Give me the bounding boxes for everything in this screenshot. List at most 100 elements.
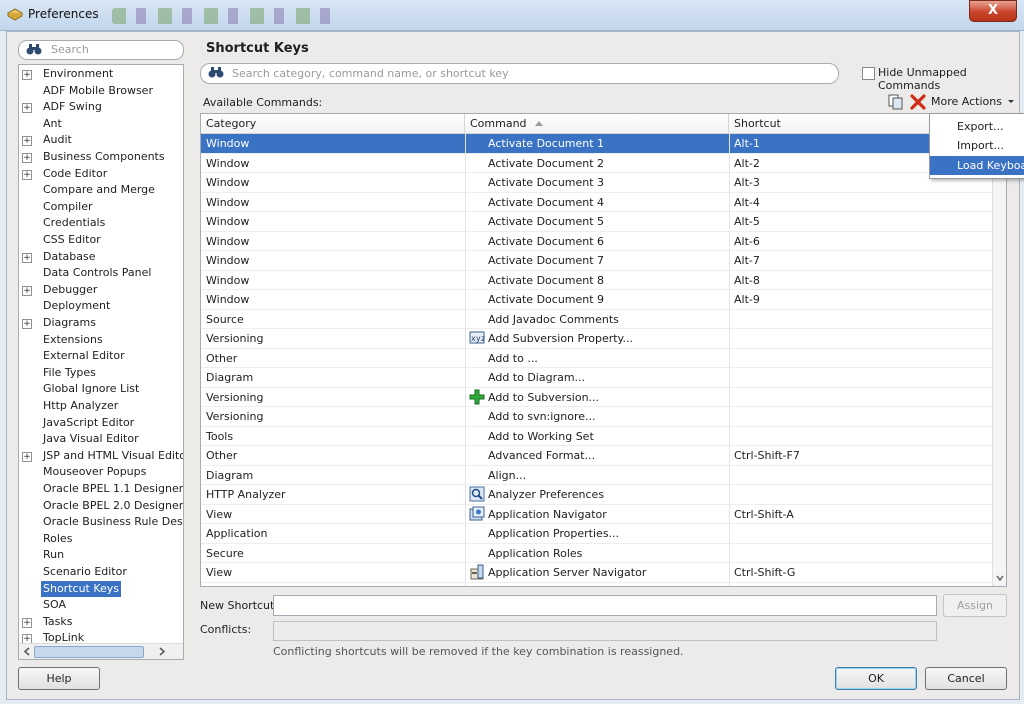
scroll-right-arrow-icon[interactable] (157, 646, 167, 657)
tree-item[interactable]: + Business Components (19, 149, 183, 165)
tree-item[interactable]: Oracle Business Rule Designer (19, 514, 183, 530)
tree-item[interactable]: Run (19, 547, 183, 563)
category-search-input[interactable]: Search (18, 40, 184, 60)
expand-icon[interactable]: + (22, 617, 32, 628)
expand-icon[interactable]: + (22, 451, 32, 462)
command-search-input[interactable]: Search category, command name, or shortc… (200, 63, 839, 84)
table-row[interactable]: Secure Application Roles (201, 544, 992, 563)
tree-item[interactable]: Http Analyzer (19, 398, 183, 414)
ok-button[interactable]: OK (835, 667, 917, 690)
tree-item[interactable]: + Database (19, 249, 183, 265)
tree-item[interactable]: Roles (19, 531, 183, 547)
search-placeholder: Search category, command name, or shortc… (232, 67, 509, 80)
hide-unmapped-checkbox[interactable] (862, 67, 875, 80)
tree-item[interactable]: Compiler (19, 199, 183, 215)
window-close-button[interactable]: X (969, 0, 1017, 22)
tree-item[interactable]: + ADF Swing (19, 99, 183, 115)
expand-icon[interactable]: + (22, 136, 32, 147)
expand-icon[interactable]: + (22, 252, 32, 263)
tree-item[interactable]: Deployment (19, 298, 183, 314)
expand-icon[interactable]: + (22, 70, 32, 80)
copy-icon[interactable] (888, 94, 904, 110)
menu-item-export[interactable]: Export... (930, 117, 1024, 136)
table-row[interactable]: Other Add to ... (201, 349, 992, 368)
table-row[interactable]: Versioning Add to svn:ignore... (201, 407, 992, 427)
tree-item[interactable]: Credentials (19, 215, 183, 231)
tree-item[interactable]: Oracle BPEL 2.0 Designer (19, 498, 183, 514)
tree-item[interactable]: ADF Mobile Browser (19, 83, 183, 99)
tree-item[interactable]: Java Visual Editor (19, 431, 183, 447)
column-header-category[interactable]: Category (201, 114, 465, 133)
table-row[interactable]: Source Add Javadoc Comments (201, 310, 992, 329)
table-row[interactable]: Window Activate Document 1 Alt-1 (201, 134, 992, 154)
table-vertical-scrollbar[interactable] (992, 114, 1006, 586)
tree-item[interactable]: + Diagrams (19, 315, 183, 331)
table-row[interactable]: Window Activate Document 8 Alt-8 (201, 271, 992, 290)
tree-item[interactable]: Global Ignore List (19, 381, 183, 397)
cell-command: Advanced Format... (488, 449, 596, 462)
tree-item[interactable]: File Types (19, 365, 183, 381)
table-row[interactable]: Tools Add to Working Set (201, 427, 992, 446)
menu-item-import[interactable]: Import... (930, 136, 1024, 155)
cancel-button[interactable]: Cancel (925, 667, 1007, 690)
delete-icon[interactable] (910, 94, 926, 110)
tree-item[interactable]: Oracle BPEL 1.1 Designer (19, 481, 183, 497)
more-actions-button[interactable]: More Actions (931, 95, 1015, 108)
expand-icon[interactable]: + (22, 169, 32, 180)
conflicts-field (273, 621, 937, 641)
table-row[interactable]: Application Application Properties... (201, 524, 992, 544)
tree-item[interactable]: Shortcut Keys (19, 580, 183, 597)
cell-command: Add Subversion Property... (488, 332, 633, 345)
tree-horizontal-scrollbar[interactable] (19, 643, 183, 659)
preferences-icon (7, 8, 23, 21)
tree-item[interactable]: Compare and Merge (19, 182, 183, 198)
table-row[interactable]: Versioning Add to Subversion... (201, 388, 992, 407)
column-header-command[interactable]: Command (465, 114, 729, 133)
tree-hscroll-thumb[interactable] (34, 646, 144, 658)
tree-item-label: CSS Editor (43, 233, 101, 246)
tree-item[interactable]: + Tasks (19, 614, 183, 630)
expand-icon[interactable]: + (22, 103, 32, 114)
tree-item[interactable]: + Environment (19, 66, 183, 82)
help-button[interactable]: Help (18, 667, 100, 690)
new-shortcut-input[interactable] (273, 595, 937, 616)
table-row[interactable]: HTTP Analyzer Analyzer Preferences (201, 485, 992, 505)
tree-item[interactable]: + Audit (19, 132, 183, 148)
assign-button[interactable]: Assign (943, 594, 1007, 617)
tree-item[interactable]: Extensions (19, 332, 183, 348)
tree-item[interactable]: + Code Editor (19, 166, 183, 182)
tree-item[interactable]: External Editor (19, 348, 183, 364)
table-row[interactable]: Diagram Add to Diagram... (201, 368, 992, 388)
tree-item[interactable]: + JSP and HTML Visual Editor (19, 448, 183, 464)
table-row[interactable]: View Application Server Navigator Ctrl-Shi… (201, 563, 992, 583)
table-row[interactable]: Window Activate Document 5 Alt-5 (201, 212, 992, 232)
tree-item[interactable]: Data Controls Panel (19, 265, 183, 281)
table-row[interactable]: Window Activate Document 4 Alt-4 (201, 193, 992, 212)
table-row[interactable]: Versioning Add Subversion Property... xyz (201, 329, 992, 349)
expand-icon[interactable]: + (22, 285, 32, 296)
tree-item[interactable]: JavaScript Editor (19, 415, 183, 431)
table-row[interactable]: Window Activate Document 9 Alt-9 (201, 290, 992, 310)
expand-icon[interactable]: + (22, 153, 32, 163)
tree-item[interactable]: Mouseover Popups (19, 464, 183, 480)
tree-item[interactable]: CSS Editor (19, 232, 183, 248)
expand-icon[interactable]: + (22, 319, 32, 329)
menu-item-load-keyboard[interactable]: Load Keyboa (930, 156, 1024, 175)
tree-item[interactable]: Ant (19, 116, 183, 132)
scroll-left-arrow-icon[interactable] (22, 646, 32, 657)
tree-item[interactable]: + Debugger (19, 282, 183, 298)
table-row[interactable]: Window Activate Document 3 Alt-3 (201, 173, 992, 193)
table-row[interactable]: Diagram Align... (201, 466, 992, 485)
commands-table[interactable]: Category Command Shortcut Window Activate… (200, 113, 1007, 587)
tree-item[interactable]: SOA (19, 597, 183, 613)
table-row[interactable]: Window Activate Document 6 Alt-6 (201, 232, 992, 251)
cell-command: Activate Document 2 (488, 156, 605, 170)
table-row[interactable]: Window Activate Document 2 Alt-2 (201, 154, 992, 173)
table-row[interactable]: View Application Navigator Ctrl-Shift-A (201, 505, 992, 524)
tree-item[interactable]: Scenario Editor (19, 564, 183, 580)
cell-category: Versioning (206, 332, 264, 345)
table-row[interactable]: Window Activate Document 7 Alt-7 (201, 251, 992, 271)
category-tree[interactable]: + Environment ADF Mobile Browser + ADF Swing… (18, 64, 184, 660)
scroll-down-arrow-icon[interactable] (995, 573, 1005, 583)
table-row[interactable]: Other Advanced Format... Ctrl-Shift-F7 (201, 446, 992, 466)
